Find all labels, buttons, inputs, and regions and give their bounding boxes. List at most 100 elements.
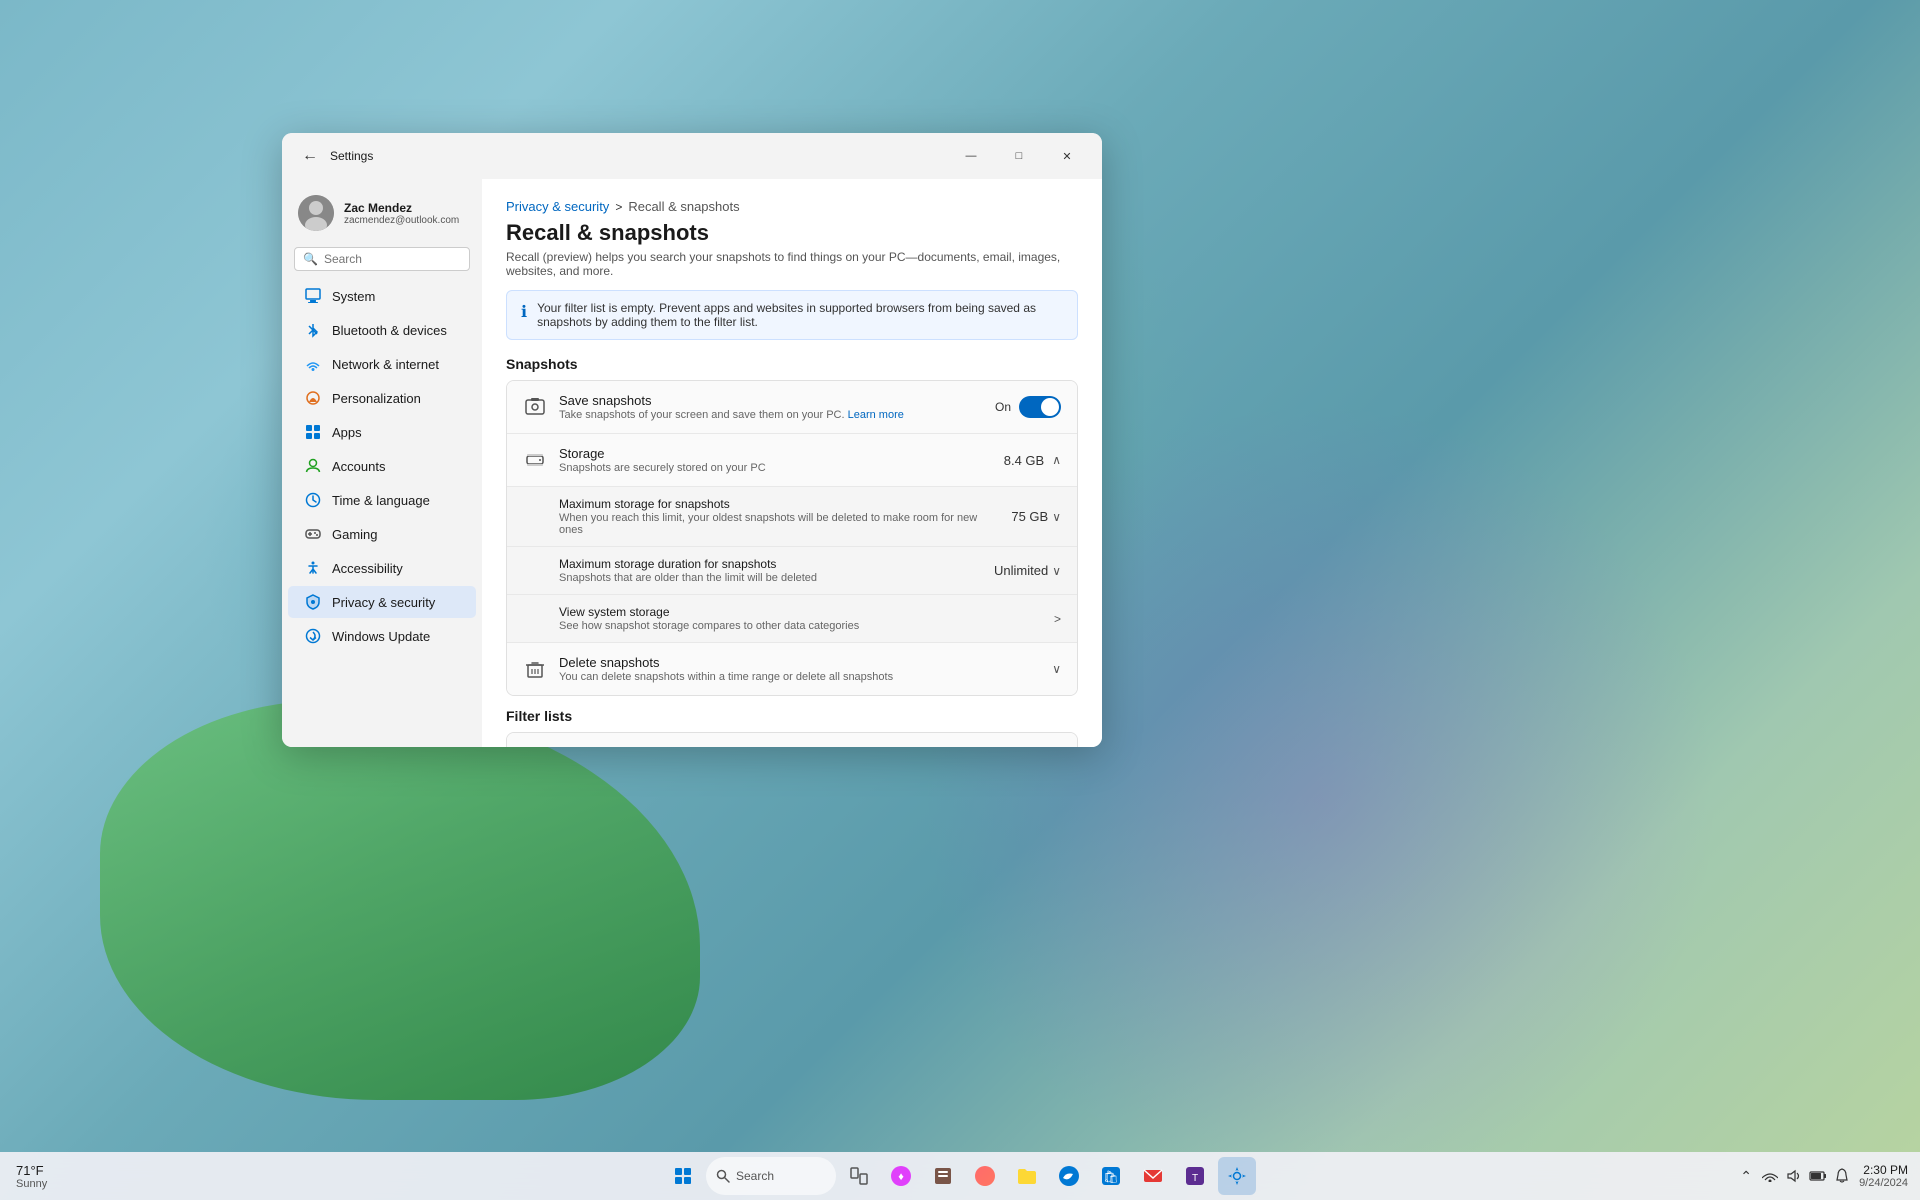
max-storage-right: 75 GB ∨ [1011, 509, 1061, 524]
storage-right: 8.4 GB ∧ [1004, 453, 1061, 468]
taskbar-app-files[interactable] [924, 1157, 962, 1195]
sidebar-item-apps[interactable]: Apps [288, 416, 476, 448]
storage-icon [523, 448, 547, 472]
view-storage-desc: See how snapshot storage compares to oth… [559, 620, 1042, 632]
sidebar-item-time[interactable]: Time & language [288, 484, 476, 516]
user-section: Zac Mendez zacmendez@outlook.com [282, 187, 482, 243]
storage-row[interactable]: Storage Snapshots are securely stored on… [507, 434, 1077, 487]
breadcrumb-parent[interactable]: Privacy & security [506, 199, 609, 214]
weather-widget[interactable]: 71°F Sunny [8, 1163, 55, 1190]
save-snapshots-content: Save snapshots Take snapshots of your sc… [559, 393, 983, 421]
breadcrumb-separator: > [615, 200, 622, 214]
taskbar-search-label: Search [736, 1169, 774, 1183]
svg-text:T: T [1192, 1173, 1198, 1184]
back-button[interactable]: ← [298, 145, 322, 167]
delete-snapshots-desc: You can delete snapshots within a time r… [559, 671, 1040, 683]
snapshots-section-title: Snapshots [506, 356, 1078, 372]
max-storage-content: Maximum storage for snapshots When you r… [559, 497, 999, 536]
save-snapshots-desc: Take snapshots of your screen and save t… [559, 409, 983, 421]
user-name: Zac Mendez [344, 201, 459, 215]
taskbar-search[interactable]: Search [706, 1157, 836, 1195]
sidebar-item-accessibility-label: Accessibility [332, 561, 403, 576]
view-storage-chevron-icon: > [1054, 612, 1061, 626]
taskbar-right: ⌃ [1737, 1163, 1908, 1189]
time-display: 2:30 PM [1859, 1163, 1908, 1177]
accessibility-icon [304, 559, 322, 577]
weather-condition: Sunny [16, 1178, 47, 1190]
tray-chevron-icon[interactable]: ⌃ [1737, 1167, 1755, 1185]
svg-text:🛍: 🛍 [1103, 1170, 1118, 1184]
sidebar-item-privacy[interactable]: Privacy & security [288, 586, 476, 618]
save-snapshots-row[interactable]: Save snapshots Take snapshots of your sc… [507, 381, 1077, 434]
title-bar: ← Settings — □ ✕ [282, 133, 1102, 179]
taskbar-app-teams[interactable]: T [1176, 1157, 1214, 1195]
filter-sensitive-row[interactable]: Filter sensitive information Snapshots w… [507, 733, 1077, 747]
storage-content: Storage Snapshots are securely stored on… [559, 446, 992, 474]
info-banner: ℹ Your filter list is empty. Prevent app… [506, 290, 1078, 340]
taskbar-app-mail[interactable] [1134, 1157, 1172, 1195]
page-description: Recall (preview) helps you search your s… [506, 250, 1078, 278]
max-duration-desc: Snapshots that are older than the limit … [559, 572, 982, 584]
sidebar-item-gaming[interactable]: Gaming [288, 518, 476, 550]
minimize-button[interactable]: — [948, 141, 994, 171]
taskbar-app-settings[interactable] [1218, 1157, 1256, 1195]
tray-battery-icon[interactable] [1809, 1167, 1827, 1185]
start-button[interactable] [664, 1157, 702, 1195]
delete-snapshots-right: ∨ [1052, 662, 1061, 676]
save-snapshots-link[interactable]: Learn more [848, 409, 904, 421]
max-duration-dropdown[interactable]: Unlimited ∨ [994, 563, 1061, 578]
window-title: Settings [330, 149, 373, 163]
sidebar-item-system[interactable]: System [288, 280, 476, 312]
sidebar-item-time-label: Time & language [332, 493, 430, 508]
storage-value: 8.4 GB [1004, 453, 1044, 468]
page-title: Recall & snapshots [506, 220, 1078, 246]
max-duration-row[interactable]: Maximum storage duration for snapshots S… [507, 547, 1077, 595]
max-storage-chevron-icon: ∨ [1052, 510, 1061, 524]
sidebar-item-personalization[interactable]: Personalization [288, 382, 476, 414]
view-storage-content: View system storage See how snapshot sto… [559, 605, 1042, 632]
sidebar-item-gaming-label: Gaming [332, 527, 378, 542]
time-icon [304, 491, 322, 509]
datetime[interactable]: 2:30 PM 9/24/2024 [1859, 1163, 1908, 1189]
sidebar-item-bluetooth[interactable]: Bluetooth & devices [288, 314, 476, 346]
sidebar-item-update[interactable]: Windows Update [288, 620, 476, 652]
search-icon: 🔍 [303, 252, 318, 266]
view-system-storage-row[interactable]: View system storage See how snapshot sto… [507, 595, 1077, 643]
tray-notification-icon[interactable] [1833, 1167, 1851, 1185]
search-box[interactable]: 🔍 [294, 247, 470, 271]
date-display: 9/24/2024 [1859, 1177, 1908, 1189]
search-input[interactable] [324, 252, 461, 266]
breadcrumb: Privacy & security > Recall & snapshots [506, 199, 1078, 214]
max-storage-row[interactable]: Maximum storage for snapshots When you r… [507, 487, 1077, 547]
task-view-button[interactable] [840, 1157, 878, 1195]
sidebar-item-system-label: System [332, 289, 375, 304]
sidebar: Zac Mendez zacmendez@outlook.com 🔍 [282, 179, 482, 747]
close-button[interactable]: ✕ [1044, 141, 1090, 171]
taskbar: 71°F Sunny Search [0, 1152, 1920, 1200]
filter-lists-card: Filter sensitive information Snapshots w… [506, 732, 1078, 747]
maximize-button[interactable]: □ [996, 141, 1042, 171]
svg-text:♦: ♦ [898, 1171, 904, 1183]
delete-snapshots-row[interactable]: Delete snapshots You can delete snapshot… [507, 643, 1077, 695]
taskbar-app-folder[interactable] [1008, 1157, 1046, 1195]
max-storage-dropdown[interactable]: 75 GB ∨ [1011, 509, 1061, 524]
window-controls: — □ ✕ [948, 141, 1090, 171]
storage-label: Storage [559, 446, 992, 461]
taskbar-app-pink[interactable]: ♦ [882, 1157, 920, 1195]
sidebar-item-accounts[interactable]: Accounts [288, 450, 476, 482]
sidebar-item-accessibility[interactable]: Accessibility [288, 552, 476, 584]
info-banner-text: Your filter list is empty. Prevent apps … [537, 301, 1063, 329]
page-header: Recall & snapshots Recall (preview) help… [506, 220, 1078, 278]
max-storage-desc: When you reach this limit, your oldest s… [559, 512, 999, 536]
taskbar-app-store[interactable]: 🛍 [1092, 1157, 1130, 1195]
taskbar-app-colorful[interactable] [966, 1157, 1004, 1195]
tray-network-icon[interactable] [1761, 1167, 1779, 1185]
taskbar-center: Search ♦ 🛍 T [664, 1157, 1256, 1195]
save-snapshots-icon [523, 395, 547, 419]
privacy-icon [304, 593, 322, 611]
max-duration-label: Maximum storage duration for snapshots [559, 557, 982, 571]
save-snapshots-toggle[interactable] [1019, 396, 1061, 418]
sidebar-item-network[interactable]: Network & internet [288, 348, 476, 380]
taskbar-app-edge[interactable] [1050, 1157, 1088, 1195]
tray-sound-icon[interactable] [1785, 1167, 1803, 1185]
